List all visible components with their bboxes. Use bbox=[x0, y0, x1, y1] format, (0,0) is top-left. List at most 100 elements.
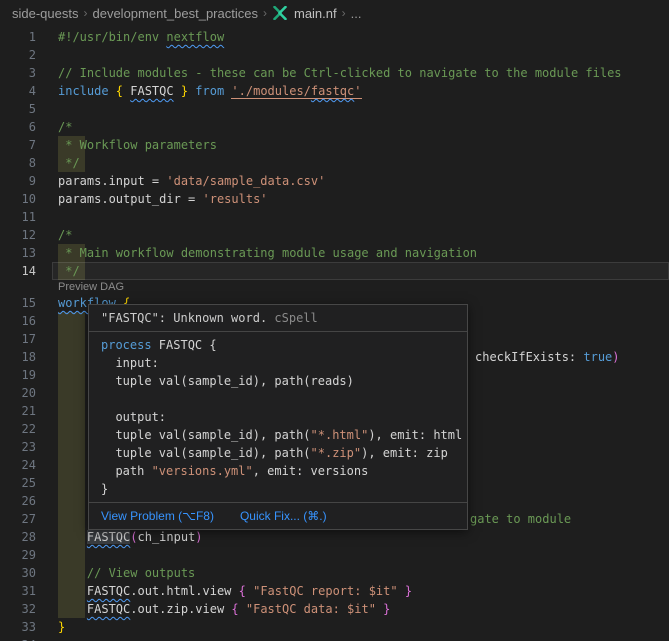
code-line-content[interactable]: /* bbox=[58, 226, 72, 244]
code-line-content[interactable]: params.input = 'data/sample_data.csv' bbox=[58, 172, 325, 190]
code-line[interactable]: 29 bbox=[0, 546, 669, 564]
code-line[interactable]: 30 // View outputs bbox=[0, 564, 669, 582]
code-line[interactable]: 8 */ bbox=[0, 154, 669, 172]
code-line[interactable]: 34 bbox=[0, 636, 669, 641]
line-number[interactable]: 19 bbox=[0, 366, 46, 384]
line-number[interactable]: 22 bbox=[0, 420, 46, 438]
line-number[interactable]: 33 bbox=[0, 618, 46, 636]
line-number[interactable]: 31 bbox=[0, 582, 46, 600]
code-line[interactable]: 6 /* bbox=[0, 118, 669, 136]
code-line-content[interactable]: */ bbox=[58, 154, 80, 172]
nextflow-icon bbox=[272, 6, 288, 20]
breadcrumb-item-side-quests[interactable]: side-quests bbox=[12, 6, 78, 21]
breadcrumb-item-main-nf[interactable]: main.nf bbox=[294, 6, 337, 21]
code-token: true bbox=[583, 350, 612, 364]
code-line-content[interactable]: */ bbox=[58, 262, 80, 280]
breadcrumb-item-development-best-practices[interactable]: development_best_practices bbox=[92, 6, 258, 21]
line-number[interactable]: 7 bbox=[0, 136, 46, 154]
line-number[interactable]: 23 bbox=[0, 438, 46, 456]
code-line[interactable]: 1 #!/usr/bin/env nextflow bbox=[0, 28, 669, 46]
code-token: // Include modules - these can be Ctrl-c… bbox=[58, 66, 622, 80]
code-token: */ bbox=[58, 156, 80, 170]
line-number[interactable]: 2 bbox=[0, 46, 46, 64]
line-number[interactable]: 28 bbox=[0, 528, 46, 546]
code-token: * Main workflow demonstrating module usa… bbox=[58, 246, 477, 260]
code-line[interactable]: 13 * Main workflow demonstrating module … bbox=[0, 244, 669, 262]
popup-code-line: process FASTQC { bbox=[101, 336, 455, 354]
code-line-content[interactable]: include { FASTQC } from './modules/fastq… bbox=[58, 82, 362, 100]
code-line-content[interactable]: FASTQC(ch_input) bbox=[58, 528, 203, 546]
line-number[interactable]: 16 bbox=[0, 312, 46, 330]
line-number[interactable]: 26 bbox=[0, 492, 46, 510]
line-number[interactable]: 10 bbox=[0, 190, 46, 208]
code-token: #!/usr/bin/env bbox=[58, 30, 166, 44]
line-number[interactable]: 21 bbox=[0, 402, 46, 420]
line-number[interactable]: 18 bbox=[0, 348, 46, 366]
code-token: gate to module bbox=[470, 512, 571, 526]
line-number[interactable]: 8 bbox=[0, 154, 46, 172]
line-number[interactable]: 9 bbox=[0, 172, 46, 190]
code-token: */ bbox=[58, 264, 80, 278]
code-token: } bbox=[101, 482, 108, 496]
code-token: "*.zip" bbox=[311, 446, 362, 460]
code-line-content[interactable]: /* bbox=[58, 118, 72, 136]
code-line[interactable]: 10 params.output_dir = 'results' bbox=[0, 190, 669, 208]
line-number[interactable]: 13 bbox=[0, 244, 46, 262]
code-line[interactable]: 9 params.input = 'data/sample_data.csv' bbox=[0, 172, 669, 190]
line-number[interactable]: 12 bbox=[0, 226, 46, 244]
line-number[interactable]: 4 bbox=[0, 82, 46, 100]
code-line-content[interactable]: * Workflow parameters bbox=[58, 136, 217, 154]
code-line[interactable]: 7 * Workflow parameters bbox=[0, 136, 669, 154]
line-number[interactable]: 20 bbox=[0, 384, 46, 402]
code-line[interactable]: 11 bbox=[0, 208, 669, 226]
code-token: 'data/sample_data.csv' bbox=[166, 174, 325, 188]
code-token: fastqc bbox=[311, 84, 354, 99]
code-line[interactable]: 3 // Include modules - these can be Ctrl-… bbox=[0, 64, 669, 82]
code-line[interactable]: 33} bbox=[0, 618, 669, 636]
code-line[interactable]: 2 bbox=[0, 46, 669, 64]
line-number[interactable]: 25 bbox=[0, 474, 46, 492]
line-number[interactable]: 29 bbox=[0, 546, 46, 564]
codelens-preview-dag[interactable]: Preview DAG bbox=[58, 281, 124, 293]
code-token bbox=[58, 602, 87, 616]
breadcrumb-item-symbol-ellipsis[interactable]: ... bbox=[351, 6, 362, 21]
line-number[interactable]: 32 bbox=[0, 600, 46, 618]
code-token: "versions.yml" bbox=[152, 464, 253, 478]
code-token: tuple val(sample_id), path(reads) bbox=[101, 374, 354, 388]
view-problem-link[interactable]: View Problem (⌥F8) bbox=[101, 507, 214, 525]
line-number[interactable]: 3 bbox=[0, 64, 46, 82]
line-number[interactable]: 24 bbox=[0, 456, 46, 474]
code-token: /* bbox=[58, 120, 72, 134]
code-line-content[interactable]: params.output_dir = 'results' bbox=[58, 190, 268, 208]
code-line-content[interactable]: // View outputs bbox=[58, 564, 195, 582]
quick-fix-link[interactable]: Quick Fix... (⌘.) bbox=[240, 507, 327, 525]
code-line[interactable]: 4 include { FASTQC } from './modules/fast… bbox=[0, 82, 669, 100]
line-number[interactable]: 30 bbox=[0, 564, 46, 582]
code-line-content[interactable]: FASTQC.out.html.view { "FastQC report: $… bbox=[58, 582, 412, 600]
code-line-content[interactable]: #!/usr/bin/env nextflow bbox=[58, 28, 224, 46]
line-number[interactable]: 27 bbox=[0, 510, 46, 528]
code-line[interactable]: 5 bbox=[0, 100, 669, 118]
line-number[interactable]: 17 bbox=[0, 330, 46, 348]
line-number[interactable]: 34 bbox=[0, 636, 46, 641]
line-number[interactable]: 5 bbox=[0, 100, 46, 118]
code-line[interactable]: 12 /* bbox=[0, 226, 669, 244]
code-line[interactable]: 32 FASTQC.out.zip.view { "FastQC data: $… bbox=[0, 600, 669, 618]
code-token: ' bbox=[354, 84, 361, 99]
code-line-content[interactable]: // Include modules - these can be Ctrl-c… bbox=[58, 64, 622, 82]
popup-code-line: } bbox=[101, 480, 455, 498]
code-editor[interactable]: 1 #!/usr/bin/env nextflow 23 // Include mod… bbox=[0, 26, 669, 641]
code-line-content[interactable]: FASTQC.out.zip.view { "FastQC data: $it"… bbox=[58, 600, 390, 618]
code-line[interactable]: 31 FASTQC.out.html.view { "FastQC report… bbox=[0, 582, 669, 600]
line-number[interactable]: 11 bbox=[0, 208, 46, 226]
line-number[interactable]: 6 bbox=[0, 118, 46, 136]
line-number[interactable]: 14 bbox=[0, 262, 46, 280]
line-number[interactable]: 15 bbox=[0, 294, 46, 312]
code-token: checkIfExists: bbox=[475, 350, 583, 364]
code-token: FASTQC bbox=[87, 584, 130, 598]
code-line-content[interactable]: * Main workflow demonstrating module usa… bbox=[58, 244, 477, 262]
line-number[interactable]: 1 bbox=[0, 28, 46, 46]
code-line[interactable]: 28 FASTQC(ch_input) bbox=[0, 528, 669, 546]
code-line[interactable]: 14 */ bbox=[0, 262, 669, 280]
code-line-content[interactable]: } bbox=[58, 618, 65, 636]
